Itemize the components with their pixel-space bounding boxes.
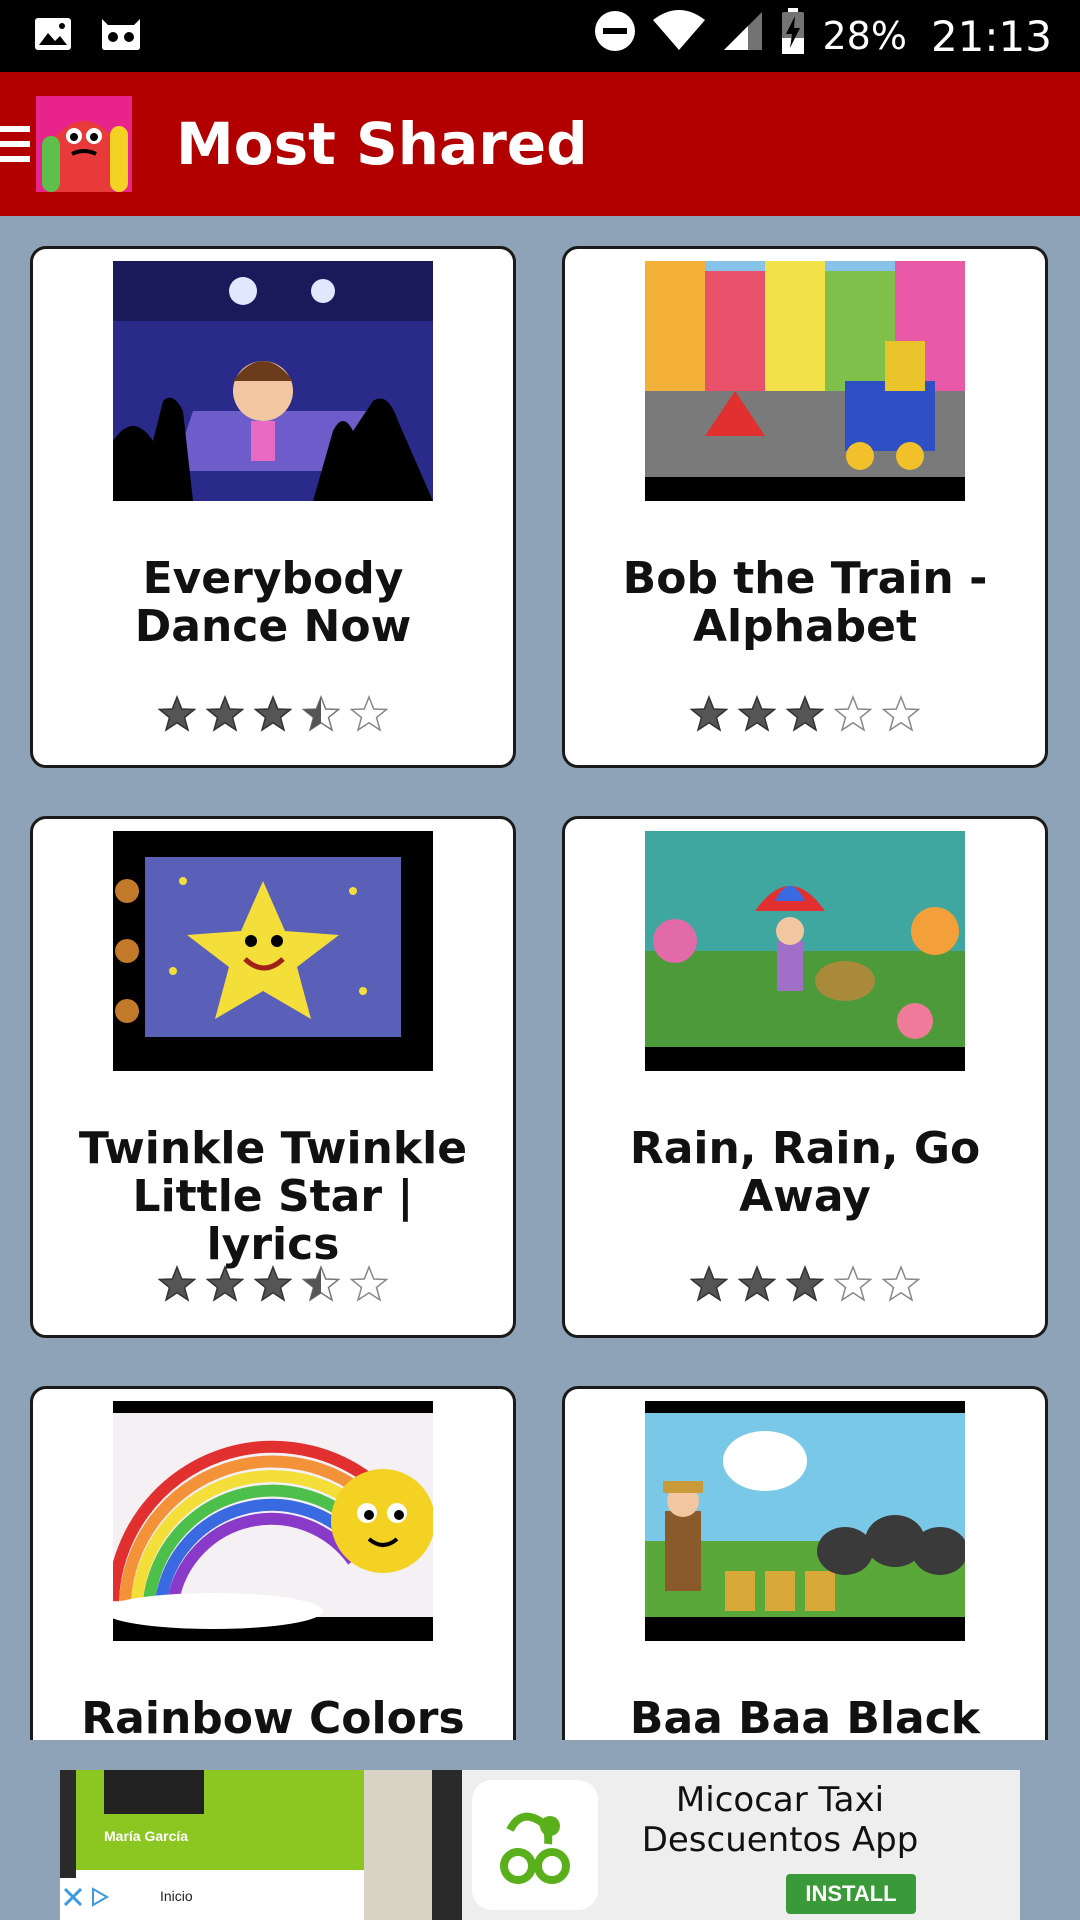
video-card[interactable]: Rainbow Colors: [30, 1386, 516, 1740]
star-full-icon: [785, 1264, 825, 1303]
video-card[interactable]: Everybody Dance Now: [30, 246, 516, 768]
video-title: Everybody Dance Now: [134, 553, 412, 652]
app-bar: Most Shared: [0, 72, 1080, 216]
star-full-icon: [737, 1264, 777, 1303]
star-full-icon: [157, 1264, 197, 1303]
video-card[interactable]: Baa Baa Black: [562, 1386, 1048, 1740]
do-not-disturb-icon: [594, 10, 636, 62]
star-full-icon: [785, 694, 825, 733]
video-thumbnail: [645, 831, 965, 1071]
rating-stars: [689, 1264, 921, 1303]
status-bar: 28% 21:13: [0, 0, 1080, 72]
video-thumbnail: [645, 1401, 965, 1641]
video-card[interactable]: Bob the Train - Alphabet: [562, 246, 1048, 768]
video-card[interactable]: Twinkle Twinkle Little Star | lyrics: [30, 816, 516, 1338]
ad-headline: Micocar Taxi Descuentos App: [641, 1780, 919, 1860]
cat-robot-icon: [98, 17, 144, 56]
video-thumbnail: [113, 261, 433, 501]
video-card[interactable]: Rain, Rain, Go Away: [562, 816, 1048, 1338]
video-title: Rainbow Colors: [81, 1693, 465, 1741]
star-full-icon: [689, 694, 729, 733]
video-grid: Everybody Dance Now Bob the Train - Alph…: [0, 216, 1080, 1740]
star-full-icon: [689, 1264, 729, 1303]
video-title: Twinkle Twinkle Little Star | lyrics: [78, 1123, 468, 1270]
app-logo: [36, 96, 132, 192]
battery-charging-icon: [780, 8, 806, 64]
star-empty-icon: [349, 694, 389, 733]
image-icon: [34, 17, 72, 56]
star-half-icon: [301, 1264, 341, 1303]
ad-banner[interactable]: María García Inicio Micocar Taxi Descuen…: [60, 1770, 1020, 1920]
ad-screenshot-name: María García: [104, 1828, 189, 1844]
star-full-icon: [737, 694, 777, 733]
ad-close-button[interactable]: [60, 1878, 112, 1920]
video-title: Bob the Train - Alphabet: [622, 553, 988, 652]
rating-stars: [157, 694, 389, 733]
star-empty-icon: [349, 1264, 389, 1303]
star-full-icon: [253, 694, 293, 733]
adchoices-icon[interactable]: [89, 1886, 110, 1912]
star-empty-icon: [833, 694, 873, 733]
wifi-icon: [652, 10, 706, 62]
star-full-icon: [157, 694, 197, 733]
menu-icon[interactable]: [0, 122, 32, 166]
ad-screenshot: María García Inicio: [60, 1770, 462, 1920]
star-empty-icon: [833, 1264, 873, 1303]
video-title: Rain, Rain, Go Away: [629, 1123, 981, 1222]
star-full-icon: [205, 694, 245, 733]
video-thumbnail: [113, 1401, 433, 1641]
star-full-icon: [205, 1264, 245, 1303]
video-thumbnail: [645, 261, 965, 501]
video-title: Baa Baa Black: [629, 1693, 981, 1741]
install-button[interactable]: INSTALL: [786, 1874, 916, 1914]
ad-screenshot-tab: Inicio: [160, 1888, 193, 1904]
rating-stars: [157, 1264, 389, 1303]
page-title: Most Shared: [176, 110, 588, 178]
signal-icon: [722, 10, 764, 62]
rating-stars: [689, 694, 921, 733]
video-thumbnail: [113, 831, 433, 1071]
star-full-icon: [253, 1264, 293, 1303]
star-empty-icon: [881, 1264, 921, 1303]
battery-percentage: 28%: [822, 14, 907, 58]
close-icon[interactable]: [63, 1887, 83, 1912]
star-half-icon: [301, 694, 341, 733]
ad-app-icon: [472, 1780, 598, 1910]
star-empty-icon: [881, 694, 921, 733]
clock: 21:13: [930, 11, 1052, 61]
